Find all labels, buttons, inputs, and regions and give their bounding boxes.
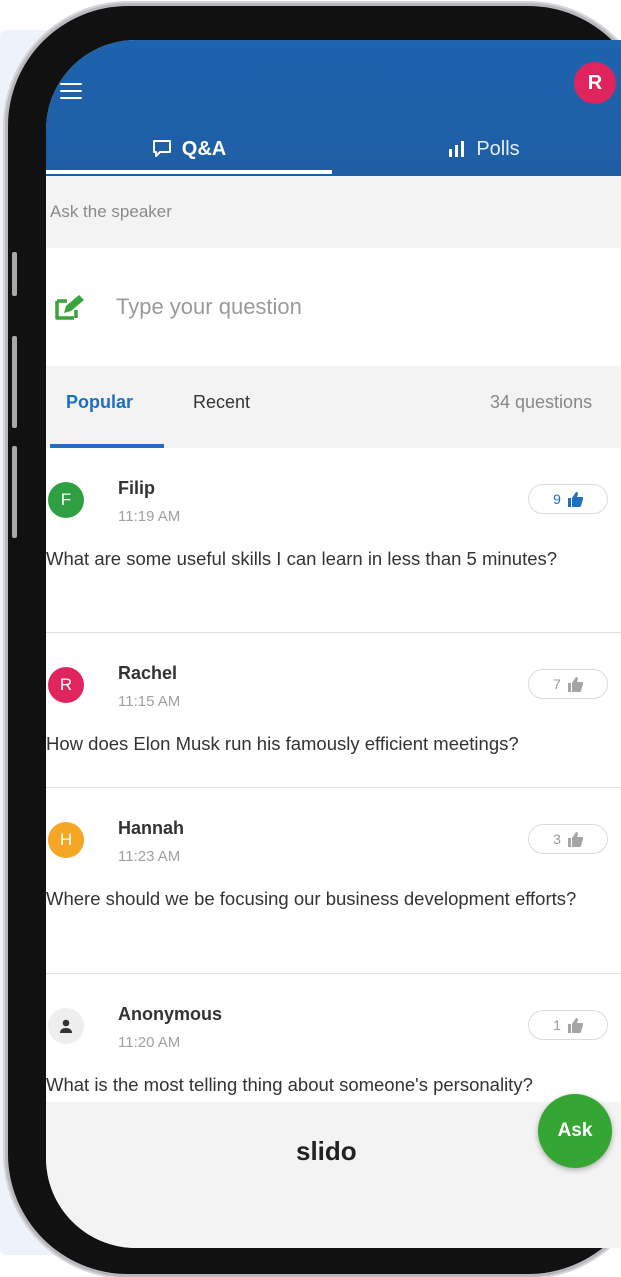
like-button[interactable]: 1 <box>528 1010 608 1040</box>
chat-bubble-icon <box>152 140 171 157</box>
app-header: R Q&A Polls <box>46 40 621 176</box>
tab-popular[interactable]: Popular <box>66 392 133 413</box>
hamburger-menu-icon[interactable] <box>60 83 82 99</box>
ask-button[interactable]: Ask <box>538 1094 612 1168</box>
silent-switch <box>12 252 17 296</box>
like-button[interactable]: 9 <box>528 484 608 514</box>
compose-icon <box>55 295 84 320</box>
question-placeholder: Type your question <box>116 294 302 319</box>
author-name: Rachel <box>118 663 178 683</box>
question-item: H Hannah 11:23 AM 3 Where should we be f… <box>46 788 621 974</box>
bottom-bar: slido <box>46 1102 621 1248</box>
like-count: 9 <box>553 491 561 507</box>
user-avatar[interactable]: R <box>574 62 616 104</box>
active-tab-indicator <box>46 170 332 174</box>
slido-logo: slido <box>296 1136 357 1166</box>
thumbs-up-icon <box>567 676 583 692</box>
question-text: How does Elon Musk run his famously effi… <box>46 733 519 754</box>
thumbs-up-icon <box>567 491 583 507</box>
like-button[interactable]: 3 <box>528 824 608 854</box>
question-text: What are some useful skills I can learn … <box>46 548 558 569</box>
author-name: Anonymous <box>118 1004 223 1024</box>
tab-polls[interactable]: Polls <box>332 130 621 168</box>
like-button[interactable]: 7 <box>528 669 608 699</box>
question-time: 11:20 AM <box>118 1034 181 1051</box>
ask-speaker-label: Ask the speaker <box>46 176 621 248</box>
question-text: What is the most telling thing about som… <box>46 1074 533 1095</box>
question-list: F Filip 11:19 AM 9 What are some useful … <box>46 448 621 1134</box>
like-count: 3 <box>553 831 561 847</box>
anonymous-avatar <box>48 1008 84 1044</box>
question-item: F Filip 11:19 AM 9 What are some useful … <box>46 448 621 633</box>
bar-chart-icon <box>449 141 465 157</box>
thumbs-up-icon <box>567 1017 583 1033</box>
question-time: 11:15 AM <box>118 693 181 710</box>
person-icon <box>60 1019 72 1033</box>
tab-recent[interactable]: Recent <box>193 392 250 413</box>
volume-up-button <box>12 336 17 428</box>
author-name: Filip <box>118 478 155 498</box>
question-count: 34 questions <box>490 392 593 412</box>
question-input[interactable]: Type your question <box>46 248 621 367</box>
tab-polls-label: Polls <box>476 137 520 160</box>
phone-frame: R Q&A Polls Ask the speaker Type your qu… <box>8 6 621 1274</box>
author-avatar: H <box>48 822 84 858</box>
question-time: 11:23 AM <box>118 848 181 865</box>
question-item: R Rachel 11:15 AM 7 How does Elon Musk r… <box>46 633 621 788</box>
volume-down-button <box>12 446 17 538</box>
like-count: 7 <box>553 676 561 692</box>
app-screen: R Q&A Polls Ask the speaker Type your qu… <box>46 40 621 1248</box>
question-time: 11:19 AM <box>118 508 181 525</box>
tab-qa[interactable]: Q&A <box>46 130 332 168</box>
question-text: Where should we be focusing our business… <box>46 888 577 909</box>
like-count: 1 <box>553 1017 561 1033</box>
author-avatar: F <box>48 482 84 518</box>
tab-qa-label: Q&A <box>181 137 227 160</box>
author-name: Hannah <box>118 818 185 838</box>
thumbs-up-icon <box>567 831 583 847</box>
question-filter-bar: Popular Recent 34 questions <box>46 366 621 448</box>
author-avatar: R <box>48 667 84 703</box>
